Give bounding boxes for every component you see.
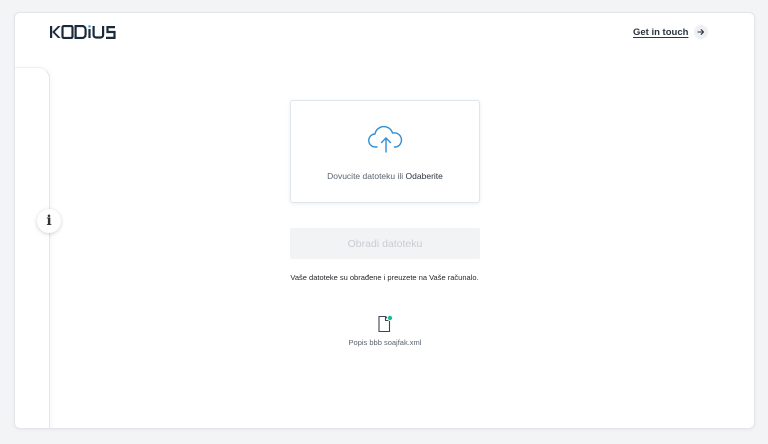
file-icon <box>378 315 393 333</box>
get-in-touch-label[interactable]: Get in touch <box>633 27 688 38</box>
file-list-item[interactable]: Popis bbb soajfak.xml <box>325 315 445 347</box>
file-dropzone[interactable]: Dovucite datoteku ili Odaberite <box>290 100 480 203</box>
cloud-upload-icon <box>368 125 403 153</box>
process-file-button[interactable]: Obradi datoteku <box>290 228 480 259</box>
dropzone-text: Dovucite datoteku ili Odaberite <box>291 171 479 181</box>
file-name: Popis bbb soajfak.xml <box>348 338 422 347</box>
sidebar-panel <box>15 67 50 428</box>
info-button[interactable]: i <box>37 209 61 233</box>
kodius-logo[interactable] <box>50 24 116 40</box>
file-status-dot <box>386 315 393 321</box>
get-in-touch-link[interactable]: Get in touch <box>633 25 709 39</box>
browse-link[interactable]: Odaberite <box>406 171 443 181</box>
download-notice: Vaše datoteke su obrađene i preuzete na … <box>290 273 479 282</box>
kodius-logo-mark <box>50 25 116 39</box>
main-card: Get in touch i Dovucite datoteku ili Oda… <box>14 12 755 429</box>
arrow-right-icon[interactable] <box>694 25 709 39</box>
dropzone-prompt: Dovucite datoteku ili <box>327 171 404 181</box>
